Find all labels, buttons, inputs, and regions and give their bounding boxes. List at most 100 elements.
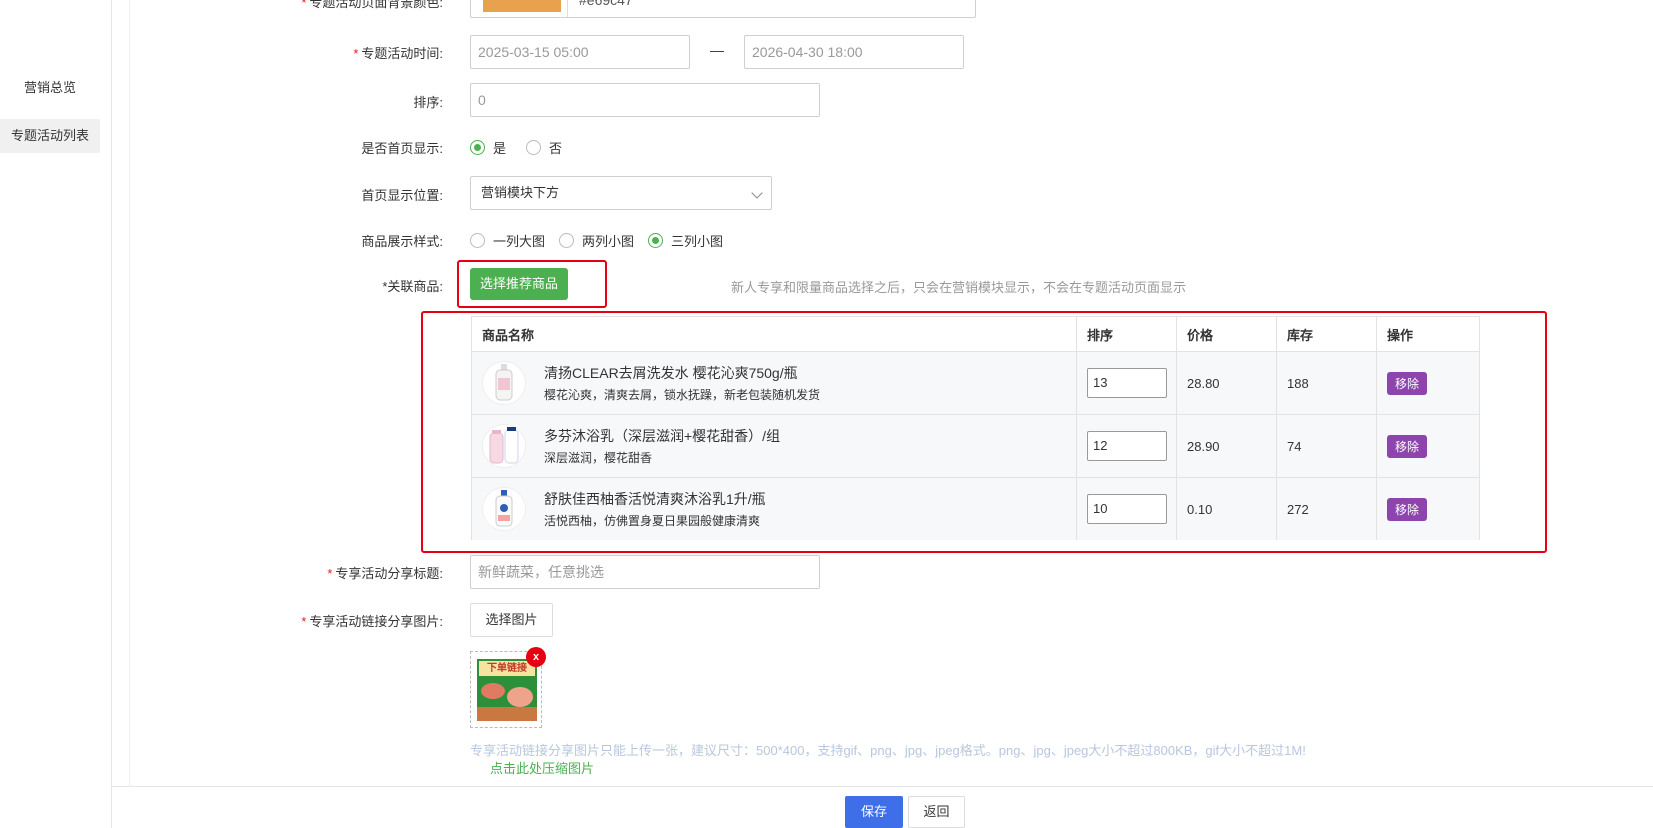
home-position-select[interactable]: 营销模块下方: [470, 176, 772, 210]
radio-checked[interactable]: [648, 233, 664, 248]
show-home-yes-option[interactable]: 是: [470, 138, 506, 157]
start-time-value: 2025-03-15 05:00: [478, 44, 589, 60]
product-image: [482, 361, 526, 405]
thumbnail-board: [477, 707, 537, 721]
option-label: 否: [549, 141, 563, 156]
radio-unchecked[interactable]: [559, 233, 575, 248]
action-cell: 移除: [1377, 478, 1479, 540]
thumbnail-caption: 下单链接: [479, 661, 535, 676]
product-name: 舒肤佳西柚香活悦清爽沐浴乳1升/瓶: [544, 490, 766, 507]
price-cell: 28.90: [1177, 415, 1277, 477]
color-swatch[interactable]: [483, 0, 561, 12]
main-content: * 专题活动页面背景颜色: #e69c47 * 专题活动时间: 2025-03-15…: [112, 0, 1653, 786]
share-image-label-text: 专享活动链接分享图片:: [309, 614, 443, 629]
product-name: 多芬沐浴乳（深层滋润+樱花甜香）/组: [544, 427, 781, 444]
display-style-one-large[interactable]: 一列大图: [470, 231, 545, 250]
related-products-label: *关联商品:: [112, 276, 443, 295]
product-name: 清扬CLEAR去屑洗发水 樱花沁爽750g/瓶: [544, 364, 798, 381]
product-image: [482, 424, 526, 468]
column-header-name: 商品名称: [472, 317, 1077, 351]
body-wash-bottles-icon: [489, 427, 519, 464]
related-label-text: *关联商品:: [382, 279, 443, 294]
bg-color-label-text: 专题活动页面背景颜色:: [309, 0, 443, 10]
stock-cell: 74: [1277, 415, 1377, 477]
product-text: 舒肤佳西柚香活悦清爽沐浴乳1升/瓶 活悦西柚，仿佛置身夏日果园般健康清爽: [544, 490, 766, 529]
sort-label: 排序:: [413, 95, 443, 110]
save-button[interactable]: 保存: [845, 796, 903, 828]
sort-cell: 13: [1077, 352, 1177, 414]
action-cell: 移除: [1377, 352, 1479, 414]
show-home-no-option[interactable]: 否: [526, 138, 562, 157]
price-cell: 28.80: [1177, 352, 1277, 414]
delete-image-icon[interactable]: x: [526, 647, 546, 667]
sort-input[interactable]: 0: [470, 83, 820, 117]
action-cell: 移除: [1377, 415, 1479, 477]
compress-image-link[interactable]: 点击此处压缩图片: [490, 758, 594, 777]
remove-button[interactable]: 移除: [1387, 434, 1428, 458]
home-position-value: 营销模块下方: [481, 185, 560, 200]
option-label: 三列小图: [671, 234, 724, 249]
bg-color-field[interactable]: #e69c47: [470, 0, 976, 18]
product-desc: 深层滋润，樱花甜香: [544, 450, 653, 465]
bg-color-value: #e69c47: [579, 0, 633, 8]
end-time-value: 2026-04-30 18:00: [752, 44, 863, 60]
display-style-two-small[interactable]: 两列小图: [559, 231, 634, 250]
share-title-label: * 专享活动分享标题:: [112, 563, 443, 582]
share-title-input[interactable]: 新鲜蔬菜，任意挑选: [470, 555, 820, 589]
bg-color-label: * 专题活动页面背景颜色:: [112, 0, 443, 11]
content-divider: [129, 0, 130, 786]
required-mark: *: [301, 614, 307, 629]
display-style-radio-group: 一列大图 两列小图 三列小图: [470, 231, 737, 250]
end-time-input[interactable]: 2026-04-30 18:00: [744, 35, 964, 69]
stock-cell: 272: [1277, 478, 1377, 540]
uploaded-image-box: 下单链接 x: [470, 647, 546, 728]
option-label: 是: [493, 141, 507, 156]
required-mark: *: [301, 0, 307, 10]
footer-bar: 保存 返回: [112, 786, 1653, 828]
radio-unchecked[interactable]: [526, 140, 542, 155]
column-header-price: 价格: [1177, 317, 1277, 351]
table-row: 舒肤佳西柚香活悦清爽沐浴乳1升/瓶 活悦西柚，仿佛置身夏日果园般健康清爽 10 …: [472, 478, 1479, 540]
sort-cell: 10: [1077, 478, 1177, 540]
share-title-placeholder: 新鲜蔬菜，任意挑选: [478, 564, 604, 580]
product-cell: 舒肤佳西柚香活悦清爽沐浴乳1升/瓶 活悦西柚，仿佛置身夏日果园般健康清爽: [472, 478, 1077, 540]
home-position-label: 首页显示位置:: [361, 188, 443, 203]
column-header-stock: 库存: [1277, 317, 1377, 351]
sidebar-item-label: 营销总览: [23, 80, 76, 95]
show-home-label: 是否首页显示:: [361, 141, 443, 156]
start-time-input[interactable]: 2025-03-15 05:00: [470, 35, 690, 69]
remove-button[interactable]: 移除: [1387, 371, 1428, 395]
product-cell: 多芬沐浴乳（深层滋润+樱花甜香）/组 深层滋润，樱花甜香: [472, 415, 1077, 477]
table-header: 商品名称 排序 价格 库存 操作: [472, 317, 1479, 352]
product-image: [482, 487, 526, 531]
row-sort-input[interactable]: 13: [1087, 368, 1167, 398]
row-sort-input[interactable]: 12: [1087, 431, 1167, 461]
time-label: * 专题活动时间:: [112, 43, 443, 62]
remove-button[interactable]: 移除: [1387, 497, 1428, 521]
sidebar-item-marketing-overview[interactable]: 营销总览: [0, 71, 100, 105]
select-products-button[interactable]: 选择推荐商品: [470, 268, 568, 300]
stock-cell: 188: [1277, 352, 1377, 414]
required-mark: *: [327, 566, 333, 581]
upload-tip: 专享活动链接分享图片只能上传一张，建议尺寸：500*400，支持gif、png、…: [470, 743, 1306, 758]
row-sort-input[interactable]: 10: [1087, 494, 1167, 524]
select-image-button[interactable]: 选择图片: [470, 603, 553, 637]
column-header-action: 操作: [1387, 327, 1414, 343]
sidebar-item-topic-list[interactable]: 专题活动列表: [0, 119, 100, 153]
share-title-label-text: 专享活动分享标题:: [335, 566, 443, 581]
price-cell: 0.10: [1177, 478, 1277, 540]
thumbnail-meat: [481, 683, 505, 699]
body-wash-bottle-icon: [495, 490, 513, 527]
show-home-radio-group: 是 否: [470, 138, 576, 157]
back-button[interactable]: 返回: [908, 796, 965, 828]
product-desc: 樱花沁爽，清爽去屑，锁水抚躁，新老包装随机发货: [544, 387, 821, 402]
radio-unchecked[interactable]: [470, 233, 485, 248]
thumbnail-meat: [507, 687, 533, 707]
swatch-divider: [567, 0, 568, 17]
shampoo-bottle-icon: [495, 364, 513, 401]
option-label: 一列大图: [493, 234, 546, 249]
radio-checked[interactable]: [470, 140, 485, 155]
share-image-label: * 专享活动链接分享图片:: [112, 611, 443, 630]
display-style-three-small[interactable]: 三列小图: [648, 231, 723, 250]
time-separator: —: [710, 42, 724, 58]
